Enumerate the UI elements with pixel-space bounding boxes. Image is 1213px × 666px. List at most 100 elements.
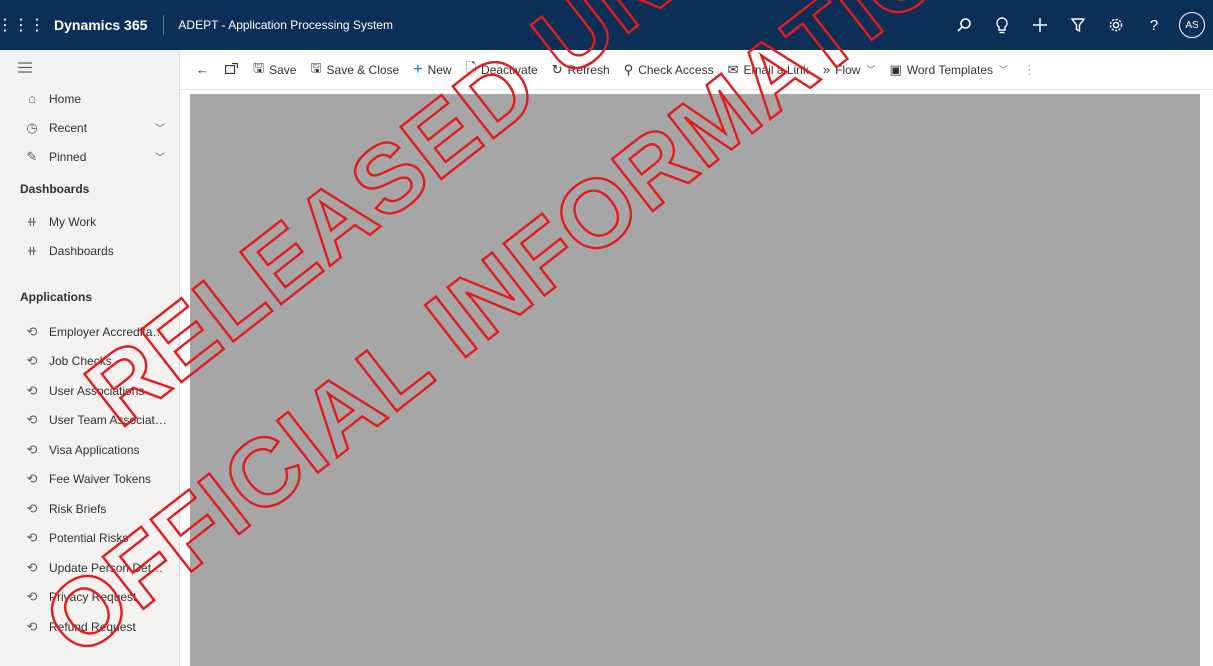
search-icon[interactable] xyxy=(945,0,983,50)
save-label: Save xyxy=(269,62,297,77)
filter-icon[interactable] xyxy=(1059,0,1097,50)
sidebar-item-label: Risk Briefs xyxy=(49,501,107,516)
sidebar-item-dashboards[interactable]: ⧺ Dashboards xyxy=(0,236,179,265)
entity-icon: ⟲ xyxy=(26,353,38,369)
sidebar-item-label: Update Person Details xyxy=(49,560,167,575)
lightbulb-icon[interactable] xyxy=(983,0,1021,50)
sidebar-item-application[interactable]: ⟲ Privacy Request xyxy=(0,583,179,613)
user-avatar[interactable]: AS xyxy=(1179,12,1205,38)
save-icon: 🖫 xyxy=(253,59,265,75)
clock-icon: ◷ xyxy=(26,119,38,135)
email-link-label: Email a Link xyxy=(743,62,809,77)
pin-icon: ✎ xyxy=(26,148,38,164)
sidebar-item-label: Recent xyxy=(49,120,88,135)
plus-icon: + xyxy=(413,60,423,78)
sidebar-item-label: Fee Waiver Tokens xyxy=(49,472,152,487)
refresh-label: Refresh xyxy=(567,62,610,77)
add-icon[interactable] xyxy=(1021,0,1059,50)
right-gutter xyxy=(1200,94,1213,666)
flow-icon: » xyxy=(822,62,831,77)
entity-icon: ⟲ xyxy=(26,441,38,457)
popout-icon xyxy=(225,62,238,77)
sidebar-item-my-work[interactable]: ⧺ My Work xyxy=(0,207,179,236)
sidebar-item-label: Potential Risks xyxy=(49,531,129,546)
hash-icon: ⧺ xyxy=(26,242,38,258)
save-button[interactable]: 🖫 Save xyxy=(246,50,303,90)
entity-icon: ⟲ xyxy=(26,412,38,428)
applications-list: ⟲ Employer Accreditati... ⟲ Job Checks ⟲ User… xyxy=(0,317,179,642)
sidebar-item-label: My Work xyxy=(49,214,97,229)
sidebar-item-application[interactable]: ⟲ Potential Risks xyxy=(0,524,179,554)
sidebar-item-home[interactable]: ⌂ Home xyxy=(0,84,179,113)
sidebar-item-application[interactable]: ⟲ Risk Briefs xyxy=(0,494,179,524)
top-navigation-bar: ⋮⋮⋮ Dynamics 365 ADEPT - Application Pro… xyxy=(0,0,1213,50)
deactivate-label: Deactivate xyxy=(481,62,538,77)
word-icon: ▣ xyxy=(889,61,902,77)
sidebar-item-application[interactable]: ⟲ Visa Applications xyxy=(0,435,179,465)
main-content-loading-area xyxy=(190,94,1200,666)
sidebar-item-label: Privacy Request xyxy=(49,590,137,605)
sidebar-item-application[interactable]: ⟲ User Associations xyxy=(0,376,179,406)
entity-icon: ⟲ xyxy=(26,559,38,575)
new-button[interactable]: + New xyxy=(406,50,458,90)
entity-icon: ⟲ xyxy=(26,618,38,634)
entity-icon: ⟲ xyxy=(26,382,38,398)
sidebar-item-application[interactable]: ⟲ Fee Waiver Tokens xyxy=(0,465,179,495)
sidebar-item-label: Pinned xyxy=(49,149,87,164)
check-access-button[interactable]: ⚲ Check Access xyxy=(617,50,721,90)
check-access-label: Check Access xyxy=(638,62,714,77)
brand-label[interactable]: Dynamics 365 xyxy=(42,15,165,35)
more-icon: ⋮ xyxy=(1023,61,1037,77)
gear-icon[interactable] xyxy=(1097,0,1135,50)
sidebar-item-application[interactable]: ⟲ Update Person Details xyxy=(0,553,179,583)
sidebar-item-label: User Associations xyxy=(49,383,145,398)
sidebar-item-label: Employer Accreditati... xyxy=(49,324,167,339)
help-icon[interactable]: ? xyxy=(1135,0,1173,50)
deactivate-button[interactable]: 🗋 Deactivate xyxy=(459,50,545,90)
email-link-button[interactable]: ✉ Email a Link xyxy=(721,50,816,90)
deactivate-icon: 🗋 xyxy=(465,59,477,75)
more-commands-button[interactable]: ⋮ xyxy=(1015,50,1044,90)
search-person-icon: ⚲ xyxy=(623,61,634,77)
sidebar-item-label: User Team Associati... xyxy=(49,413,167,428)
chevron-down-icon[interactable]: ﹀ xyxy=(155,149,165,164)
save-close-icon: 🖫 xyxy=(310,59,322,75)
sidebar: ⌂ Home ◷ Recent ﹀ ✎ Pinned ﹀ Dashboards … xyxy=(0,50,180,666)
new-label: New xyxy=(427,62,452,77)
hash-icon: ⧺ xyxy=(26,213,38,229)
refresh-button[interactable]: ↻ Refresh xyxy=(545,50,617,90)
sidebar-item-application[interactable]: ⟲ Employer Accreditati... xyxy=(0,317,179,347)
chevron-down-icon[interactable]: ﹀ xyxy=(155,120,165,135)
app-launcher-icon[interactable]: ⋮⋮⋮ xyxy=(0,0,45,50)
hamburger-icon[interactable] xyxy=(0,50,179,84)
entity-icon: ⟲ xyxy=(26,530,38,546)
sidebar-item-label: Visa Applications xyxy=(49,442,140,457)
sidebar-item-label: Home xyxy=(49,91,82,106)
flow-button[interactable]: » Flow ﹀ xyxy=(816,50,883,90)
popout-button[interactable] xyxy=(217,50,246,90)
sidebar-item-label: Job Checks xyxy=(49,354,112,369)
back-button[interactable]: ← xyxy=(188,50,217,90)
entity-icon: ⟲ xyxy=(26,589,38,605)
word-templates-button[interactable]: ▣ Word Templates ﹀ xyxy=(882,50,1015,90)
command-bar: ← 🖫 Save 🖫 Save & Close + New 🗋 Deactiva… xyxy=(180,50,1213,90)
sidebar-item-pinned[interactable]: ✎ Pinned ﹀ xyxy=(0,142,179,171)
entity-icon: ⟲ xyxy=(26,500,38,516)
chevron-down-icon: ﹀ xyxy=(866,65,876,75)
sidebar-item-label: Dashboards xyxy=(49,243,114,258)
app-title[interactable]: ADEPT - Application Processing System xyxy=(164,18,393,32)
sidebar-item-application[interactable]: ⟲ Job Checks xyxy=(0,347,179,377)
refresh-icon: ↻ xyxy=(551,61,563,77)
sidebar-item-recent[interactable]: ◷ Recent ﹀ xyxy=(0,113,179,142)
top-actions: ? AS xyxy=(945,0,1205,50)
home-icon: ⌂ xyxy=(28,91,36,106)
save-close-button[interactable]: 🖫 Save & Close xyxy=(303,50,406,90)
entity-icon: ⟲ xyxy=(26,471,38,487)
sidebar-item-application[interactable]: ⟲ Refund Request xyxy=(0,612,179,642)
sidebar-item-label: Refund Request xyxy=(49,619,136,634)
save-close-label: Save & Close xyxy=(326,62,400,77)
flow-label: Flow xyxy=(835,62,861,77)
chevron-down-icon: ﹀ xyxy=(999,65,1009,75)
email-icon: ✉ xyxy=(727,61,739,77)
sidebar-item-application[interactable]: ⟲ User Team Associati... xyxy=(0,406,179,436)
